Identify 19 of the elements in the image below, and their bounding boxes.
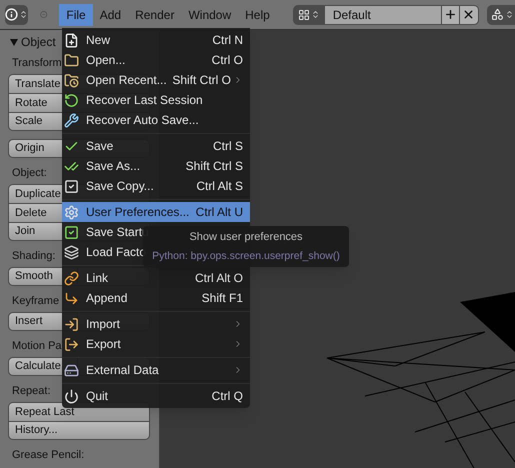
shortcut-label: Shift Ctrl S (186, 158, 243, 175)
section-label: Keyframe (12, 295, 60, 308)
shortcut-label: Ctrl O (212, 52, 243, 69)
shortcut-label: Ctrl Alt S (196, 178, 243, 195)
shortcut-label: Ctrl N (212, 32, 243, 49)
shortcut-label: Shift F1 (202, 290, 243, 307)
section-label: Transform (12, 57, 62, 70)
section-label: Grease Pencil: (12, 449, 84, 462)
shortcut-label: Shift Ctrl O (172, 72, 231, 89)
shortcut-label: Ctrl Q (212, 388, 243, 405)
shortcut-label: Ctrl S (213, 138, 243, 155)
shortcut-label: Ctrl Alt O (194, 270, 243, 287)
shortcut-label: Ctrl Alt U (196, 204, 243, 221)
python-command: Python: bpy.ops.screen.userpref_show() (152, 248, 340, 264)
section-label: Shading: (12, 250, 56, 263)
section-label: Repeat: (12, 385, 51, 398)
section-label: Object: (12, 167, 47, 180)
section-label: Motion Pa (12, 340, 62, 353)
tooltip-text: Show user preferences (189, 230, 303, 245)
